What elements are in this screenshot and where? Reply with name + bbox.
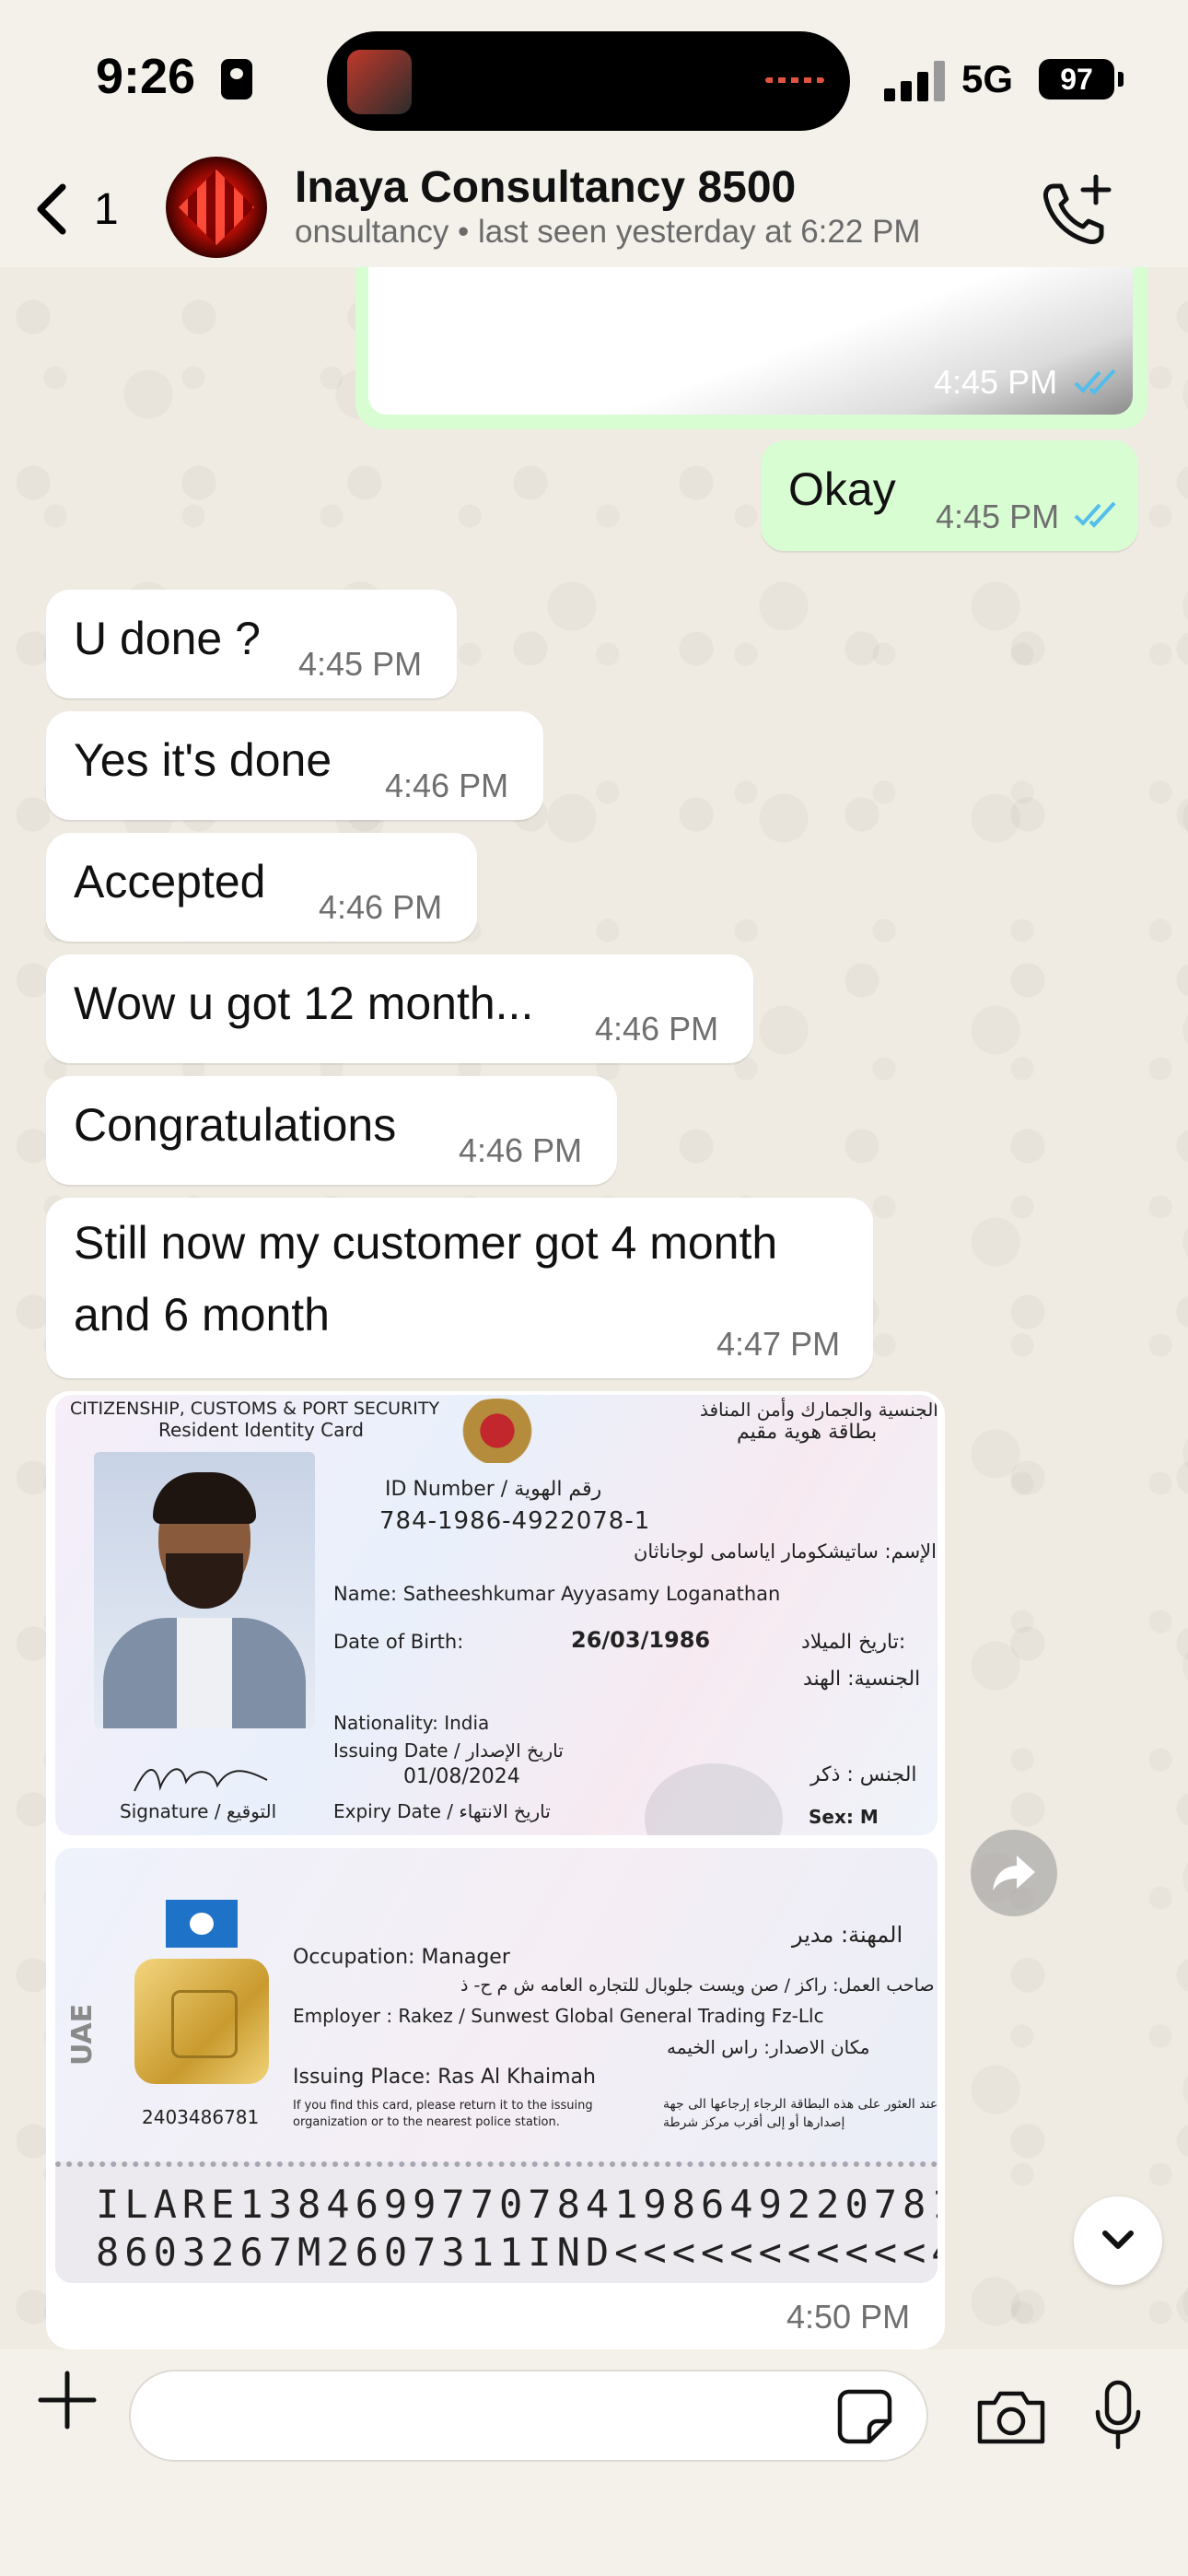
message-text-line-1: Still now my customer got 4 month <box>74 1217 778 1269</box>
island-app-icon <box>347 50 412 114</box>
chat-header: 1 Inaya Consultancy 8500 onsultancy • la… <box>0 157 1188 267</box>
message-input[interactable] <box>129 2370 928 2462</box>
outgoing-message[interactable]: Okay 4:45 PM <box>761 440 1138 551</box>
mrz-zone: ILARE1384699770784198649220781 8603267M2… <box>55 2161 938 2283</box>
dob-ar: تاريخ الميلاد: <box>801 1631 906 1654</box>
dob: 26/03/1986 <box>571 1627 711 1653</box>
message-time: 4:46 PM <box>459 1131 583 1169</box>
uae-vertical: UAE <box>66 2003 99 2066</box>
mrz-line-1: ILARE1384699770784198649220781 <box>96 2182 938 2227</box>
message-time: 4:45 PM <box>934 363 1058 401</box>
issuing-date-label: Issuing Date / تاريخ الإصدار <box>333 1739 564 1762</box>
microphone-icon[interactable] <box>1090 2379 1146 2453</box>
message-time: 4:50 PM <box>786 2298 911 2336</box>
message-text: Accepted <box>74 856 266 907</box>
card-title-en: Resident Identity Card <box>158 1419 364 1441</box>
contact-avatar[interactable] <box>166 157 267 258</box>
chevron-down-icon <box>1102 2231 1134 2249</box>
nationality-ar: الجنسية: الهند <box>803 1668 921 1691</box>
signature-label: Signature / التوقيع <box>120 1800 277 1822</box>
sex: Sex: M <box>809 1806 879 1828</box>
sticker-icon[interactable] <box>836 2388 893 2445</box>
message-composer <box>0 2349 1188 2576</box>
name: Name: Satheeshkumar Ayyasamy Loganathan <box>333 1583 781 1605</box>
occupation-ar: المهنة: مدير <box>792 1922 903 1948</box>
focus-badge-icon <box>221 59 252 100</box>
id-number: 784-1986-4922078-1 <box>379 1507 651 1535</box>
chevron-left-icon <box>37 183 66 235</box>
network-type: 5G <box>961 57 1014 100</box>
status-bar: 9:26 5G 97 <box>0 0 1188 157</box>
message-text: Congratulations <box>74 1099 397 1151</box>
issuing-date: 01/08/2024 <box>403 1765 520 1788</box>
occupation: Occupation: Manager <box>293 1946 510 1969</box>
message-text: Wow u got 12 month... <box>74 978 534 1029</box>
card-number: 2403486781 <box>142 2106 260 2128</box>
incoming-message[interactable]: Congratulations 4:46 PM <box>46 1076 617 1185</box>
nationality: Nationality: India <box>333 1712 490 1734</box>
notice-en-1: If you find this card, please return it … <box>293 2099 593 2113</box>
camera-icon[interactable] <box>974 2386 1048 2447</box>
message-text-line-2: and 6 month <box>74 1289 330 1341</box>
message-time: 4:46 PM <box>319 888 443 926</box>
signature-mark <box>134 1768 268 1792</box>
message-time: 4:45 PM <box>298 645 423 683</box>
incoming-message[interactable]: Yes it's done 4:46 PM <box>46 711 543 820</box>
incoming-message[interactable]: Still now my customer got 4 month and 6 … <box>46 1198 873 1378</box>
card-header-en: CITIZENSHIP, CUSTOMS & PORT SECURITY <box>70 1399 440 1419</box>
card-chip-icon <box>134 1959 269 2084</box>
read-ticks-icon <box>1074 501 1116 528</box>
name-ar: الإسم: ساتيشكومار اياسامى لوجاناثان <box>634 1540 937 1563</box>
issuing-place: Issuing Place: Ras Al Khaimah <box>293 2066 596 2089</box>
uae-emblem-icon <box>451 1399 543 1463</box>
signal-icon <box>884 61 945 101</box>
notice-en-2: organization or to the nearest police st… <box>293 2115 560 2129</box>
message-text: U done ? <box>74 613 261 664</box>
card-header-ar: والجنسية والجمارك وأمن المنافذ <box>700 1399 938 1421</box>
unread-count: 1 <box>94 184 119 234</box>
message-time: 4:47 PM <box>716 1325 841 1363</box>
phone-plus-icon[interactable] <box>1035 170 1118 252</box>
battery-icon: 97 <box>1039 59 1124 100</box>
status-time: 9:26 <box>96 49 196 104</box>
dynamic-island[interactable] <box>327 31 850 131</box>
id-card-front-image[interactable]: CITIZENSHIP, CUSTOMS & PORT SECURITY Res… <box>55 1395 938 1835</box>
card-flag-icon <box>166 1900 238 1948</box>
id-card-back-image[interactable]: UAE المهنة: مدير Occupation: Manager صاح… <box>55 1848 938 2283</box>
read-ticks-icon <box>1074 369 1116 395</box>
incoming-message[interactable]: Wow u got 12 month... 4:46 PM <box>46 954 753 1063</box>
forward-icon <box>993 1856 1035 1891</box>
incoming-message[interactable]: Accepted 4:46 PM <box>46 833 477 942</box>
contact-status: onsultancy • last seen yesterday at 6:22… <box>295 214 921 250</box>
message-text: Okay <box>788 463 896 515</box>
island-activity-indicator <box>765 77 824 83</box>
ghost-photo <box>645 1763 783 1835</box>
id-number-label: ID Number / رقم الهوية <box>385 1478 602 1501</box>
sex-ar: الجنس : ذكر <box>810 1763 917 1786</box>
mrz-line-2: 8603267M2607311IND<<<<<<<<<<<4 <box>96 2230 938 2275</box>
incoming-message[interactable]: U done ? 4:45 PM <box>46 590 457 698</box>
notice-ar-1: عند العثور على هذه البطاقة الرجاء إرجاعه… <box>663 2097 938 2112</box>
message-time: 4:46 PM <box>595 1010 719 1048</box>
forward-button[interactable] <box>971 1830 1057 1916</box>
card-title-ar: بطاقة هوية مقيم <box>737 1421 878 1444</box>
back-button[interactable]: 1 <box>33 175 144 243</box>
dob-label: Date of Birth: <box>333 1631 464 1653</box>
issuing-place-ar: مكان الاصدار: راس الخيمه <box>667 2036 870 2058</box>
message-time: 4:46 PM <box>385 767 509 804</box>
scroll-to-bottom-button[interactable] <box>1074 2196 1162 2285</box>
employer-ar: صاحب العمل: راكز / صن ويست جلوبال للتجار… <box>460 1975 935 1996</box>
expiry-date-label: Expiry Date / تاريخ الانتهاء <box>333 1800 551 1822</box>
message-text: Yes it's done <box>74 734 332 786</box>
employer: Employer : Rakez / Sunwest Global Genera… <box>293 2005 824 2027</box>
notice-ar-2: إصدارها أو إلى أقرب مركز شرطة <box>663 2115 845 2130</box>
plus-icon[interactable] <box>35 2368 99 2432</box>
message-time: 4:45 PM <box>936 498 1060 535</box>
contact-name[interactable]: Inaya Consultancy 8500 <box>295 162 796 213</box>
card-photo <box>94 1452 315 1728</box>
